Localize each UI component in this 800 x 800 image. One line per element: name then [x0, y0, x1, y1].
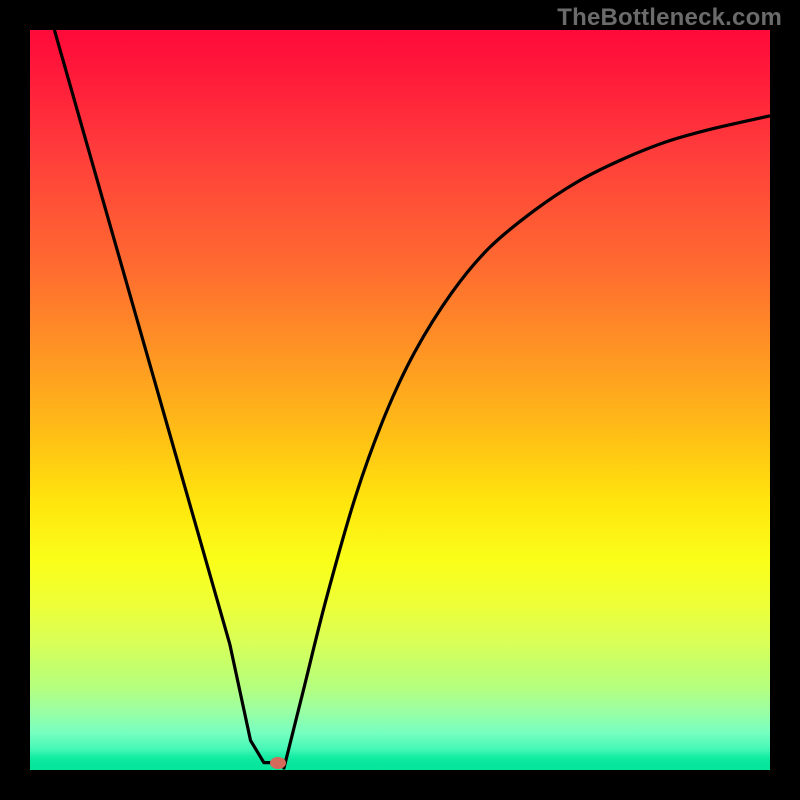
curve-svg [30, 30, 770, 770]
watermark-text: TheBottleneck.com [557, 4, 782, 32]
minimum-marker [270, 757, 286, 769]
chart-frame: TheBottleneck.com [0, 0, 800, 800]
plot-area [30, 30, 770, 770]
bottleneck-curve [54, 30, 770, 768]
